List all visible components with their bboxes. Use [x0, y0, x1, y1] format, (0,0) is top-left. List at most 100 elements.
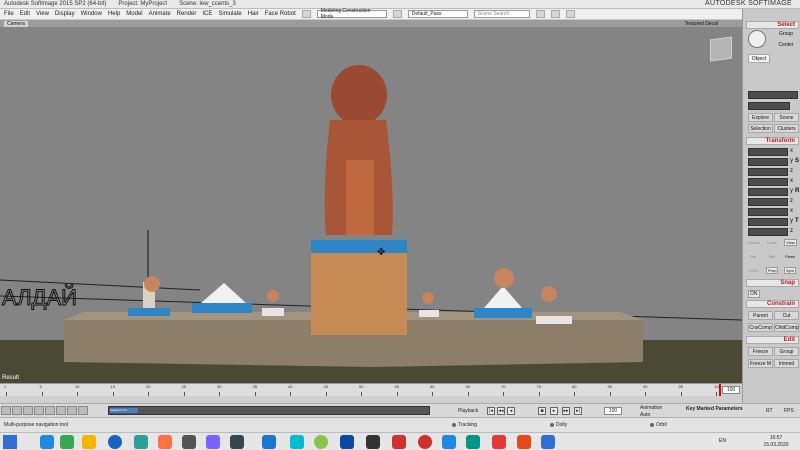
menu-ice[interactable]: ICE: [202, 11, 212, 17]
scene-search-input[interactable]: Scene Search: [473, 10, 530, 18]
menu-face-robot[interactable]: Face Robot: [265, 11, 296, 17]
mode-select[interactable]: Modeling Construction Mode: [316, 8, 387, 20]
gear-icon[interactable]: [565, 10, 575, 18]
freeze-m-button[interactable]: Freeze M: [748, 359, 773, 368]
layout-icon[interactable]: [301, 10, 311, 18]
preferences-icon[interactable]: [550, 10, 560, 18]
app-icon-6[interactable]: [158, 435, 172, 449]
explorer-icon[interactable]: [82, 435, 96, 449]
app-icon-8[interactable]: [206, 435, 220, 449]
snap-header[interactable]: Snap: [746, 279, 799, 287]
trans-x-field[interactable]: [748, 208, 788, 216]
tool-button-2[interactable]: [12, 406, 22, 415]
group-button[interactable]: Group: [774, 30, 798, 39]
parent-button[interactable]: Parent: [748, 311, 773, 320]
trans-z-field[interactable]: [748, 228, 788, 236]
transform-header[interactable]: Transform: [746, 137, 799, 145]
scale-z-field[interactable]: [748, 168, 788, 176]
tool-button-7[interactable]: [67, 406, 77, 415]
menu-edit[interactable]: Edit: [20, 11, 30, 17]
app-icon-20[interactable]: [517, 435, 531, 449]
key-params-label[interactable]: Key Marked Parameters: [686, 406, 743, 412]
app-icon-5[interactable]: [134, 435, 148, 449]
tool-button-4[interactable]: [34, 406, 44, 415]
scale-y-field[interactable]: [748, 158, 788, 166]
menu-help[interactable]: Help: [108, 11, 120, 17]
current-frame-field[interactable]: 100: [604, 407, 622, 415]
animation-label[interactable]: Animation: [640, 405, 662, 411]
menu-hair[interactable]: Hair: [248, 11, 259, 17]
prop-toggle[interactable]: Prop: [766, 267, 779, 274]
scene-button[interactable]: Scene: [774, 113, 799, 122]
rot-y-field[interactable]: [748, 188, 788, 196]
rot-z-field[interactable]: [748, 198, 788, 206]
menu-view[interactable]: View: [36, 11, 49, 17]
snap-on-toggle[interactable]: ON: [748, 290, 760, 298]
menu-simulate[interactable]: Simulate: [218, 11, 241, 17]
edge-icon[interactable]: [60, 435, 74, 449]
trans-y-field[interactable]: [748, 218, 788, 226]
immed-button[interactable]: Immed: [774, 359, 799, 368]
tool-button-1[interactable]: [1, 406, 11, 415]
end-frame-field[interactable]: 100: [722, 386, 740, 394]
menu-animate[interactable]: Animate: [149, 11, 171, 17]
menu-window[interactable]: Window: [81, 11, 102, 17]
app-icon-21[interactable]: [541, 435, 555, 449]
menu-display[interactable]: Display: [55, 11, 75, 17]
timeline[interactable]: 1 5 10 15 20 25 30 35 40 45 50 55 60 65 70 75 80 85 90 95 10…: [0, 383, 742, 403]
task-view-icon[interactable]: [40, 435, 54, 449]
rot-x-field[interactable]: [748, 178, 788, 186]
app-icon-10[interactable]: [262, 435, 276, 449]
app-icon-9[interactable]: [230, 435, 244, 449]
menu-render[interactable]: Render: [177, 11, 197, 17]
group-edit-button[interactable]: Group: [774, 347, 799, 356]
plane-toggle[interactable]: Plane: [785, 254, 795, 259]
next-key-button[interactable]: ▸▸: [562, 407, 570, 415]
minimize-button[interactable]: [714, 0, 738, 9]
app-icon-19[interactable]: [492, 435, 506, 449]
app-icon-16[interactable]: [418, 435, 432, 449]
par-toggle[interactable]: Par: [750, 254, 756, 259]
play-backward-button[interactable]: ◂: [507, 407, 515, 415]
app-icon-12[interactable]: [314, 435, 328, 449]
translation-label[interactable]: T: [795, 218, 799, 224]
freeze-button[interactable]: Freeze: [748, 347, 773, 356]
tool-button-6[interactable]: [56, 406, 66, 415]
select-header[interactable]: Select: [746, 21, 799, 29]
constrain-header[interactable]: Constrain: [746, 300, 799, 308]
playback-label[interactable]: Playback: [458, 408, 478, 414]
cog-toggle[interactable]: COG: [749, 268, 758, 273]
command-line-field[interactable]: Viewport 3.9: [108, 406, 430, 415]
start-icon[interactable]: [3, 435, 17, 449]
stop-button[interactable]: ■: [538, 407, 546, 415]
blender-icon[interactable]: [182, 435, 196, 449]
selection-name-field[interactable]: [748, 102, 790, 110]
center-button[interactable]: Center: [774, 41, 798, 50]
clusters-button[interactable]: Clusters: [774, 124, 799, 133]
ref-toggle[interactable]: Ref: [769, 254, 775, 259]
menu-model[interactable]: Model: [126, 11, 142, 17]
first-frame-button[interactable]: |◂: [487, 407, 495, 415]
viewport[interactable]: Camera Textured Decal АЛДАЙ ✥ Result: [0, 20, 742, 383]
explore-button[interactable]: Explore: [748, 113, 773, 122]
scale-label[interactable]: S: [795, 158, 799, 164]
maximize-button[interactable]: [738, 0, 762, 9]
play-button[interactable]: ▸: [550, 407, 558, 415]
sym-toggle[interactable]: Sym: [784, 267, 796, 274]
select-arrow-icon[interactable]: [748, 30, 766, 48]
tool-button-3[interactable]: [23, 406, 33, 415]
scale-x-field[interactable]: [748, 148, 788, 156]
chrome-icon[interactable]: [108, 435, 122, 449]
tool-button-5[interactable]: [45, 406, 55, 415]
selection-filter-field[interactable]: [748, 91, 798, 99]
language-indicator[interactable]: EN: [719, 438, 726, 444]
view-toggle[interactable]: View: [784, 239, 797, 246]
photoshop-icon[interactable]: [366, 435, 380, 449]
app-icon-11[interactable]: [290, 435, 304, 449]
close-button[interactable]: [766, 0, 790, 9]
global-toggle[interactable]: Global: [748, 240, 760, 245]
tool-button-8[interactable]: [78, 406, 88, 415]
clock[interactable]: 16:57 15.03.2020: [756, 435, 796, 449]
timeline-ruler[interactable]: 1 5 10 15 20 25 30 35 40 45 50 55 60 65 70 75 80 85 90 95 10…: [0, 384, 721, 396]
edit-header[interactable]: Edit: [746, 336, 799, 344]
